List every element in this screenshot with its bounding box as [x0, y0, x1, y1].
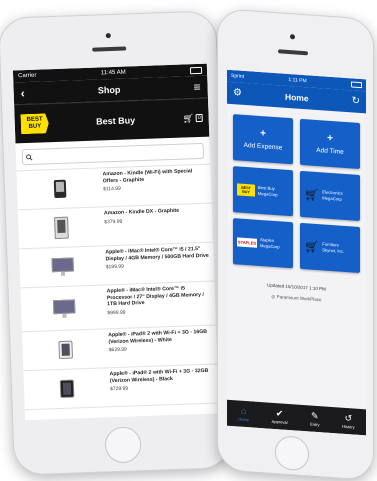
best-buy-logo: BEST BUY: [20, 113, 49, 134]
tab-history[interactable]: ↺ History: [342, 413, 354, 430]
earpiece-speaker: [92, 46, 127, 52]
right-screen: Sprint 1:11 PM ⚙︎ Home ↻ + Add Expense +…: [227, 69, 366, 436]
status-time: 1:11 PM: [288, 76, 307, 85]
product-row[interactable]: Amazon - Kindle DX - Graphite $379.99: [17, 203, 214, 250]
tile-label: Add Time: [316, 146, 344, 156]
logo-word-2: BUY: [242, 189, 250, 195]
imac-image: [51, 257, 74, 276]
product-price: $379.99: [104, 218, 123, 225]
status-time: 11:45 AM: [100, 69, 126, 77]
cart-icon: 🛒︎: [182, 112, 195, 124]
tab-approval[interactable]: ✔ Approval: [272, 408, 288, 425]
product-name: Apple® - iPad® 2 with Wi-Fi + 3G - 16GB …: [108, 328, 208, 345]
home-button[interactable]: [275, 435, 309, 472]
tab-label: History: [342, 423, 355, 430]
logo-word-2: BUY: [28, 123, 42, 130]
product-price: $729.99: [110, 385, 129, 393]
product-price: $199.99: [105, 263, 125, 271]
vendor-company: MegaCorp: [260, 243, 280, 250]
home-button[interactable]: [104, 426, 142, 464]
shopping-cart-icon: 🛒︎: [304, 239, 320, 255]
gear-icon[interactable]: ⚙︎: [233, 87, 242, 99]
tab-label: Home: [238, 416, 249, 423]
product-thumb: [26, 332, 105, 367]
product-name: Apple® - iMac® Intel® Core™ i5 / 21.5" D…: [105, 246, 209, 262]
tab-bar: ⌂ Home ✔ Approval ✎ Entry ↺ History: [227, 399, 366, 436]
staples-logo: STAPLES: [237, 236, 257, 248]
nav-title: Home: [284, 91, 309, 104]
vendor-company: MegaCorp: [258, 190, 278, 198]
earpiece-speaker: [278, 49, 308, 56]
vendor-company: MegaCorp: [322, 195, 342, 202]
product-row[interactable]: Apple® - iMac® Intel® Core™ i5 / 21.5" D…: [19, 242, 215, 289]
front-camera: [105, 33, 111, 39]
brand-footer: ◎ Paramount WorkPlace: [227, 291, 366, 307]
tab-entry[interactable]: ✎ Entry: [310, 411, 319, 428]
tile-label: Add Expense: [243, 141, 283, 152]
product-row[interactable]: Amazon - Kindle (Wi-Fi) with Special Off…: [16, 164, 212, 211]
product-name: Apple® - iPad® 2 with Wi-Fi + 3G - 32GB …: [109, 367, 209, 384]
right-phone: Sprint 1:11 PM ⚙︎ Home ↻ + Add Expense +…: [217, 8, 374, 481]
battery-icon: [351, 81, 362, 89]
brand-icon: ◎: [271, 293, 276, 300]
shopping-cart-icon: 🛒︎: [304, 187, 320, 203]
furniture-tile[interactable]: 🛒︎ Furniture Skynet, Inc.: [300, 222, 360, 273]
product-price: $629.99: [108, 346, 127, 354]
carrier-label: Sprint: [231, 72, 245, 80]
product-name: Amazon - Kindle (Wi-Fi) with Special Off…: [102, 168, 193, 184]
product-name: Apple® - iMac® Intel® Core™ i5 Processor…: [106, 285, 204, 308]
ipad-white-image: [58, 340, 74, 360]
tab-home[interactable]: ⌂ Home: [238, 405, 249, 423]
back-chevron-icon[interactable]: ‹: [20, 86, 24, 100]
product-thumb: [21, 172, 100, 207]
ipad-black-image: [59, 379, 75, 399]
cart-count: 0: [195, 113, 203, 123]
plus-icon: +: [260, 127, 266, 139]
product-thumb: [28, 371, 107, 406]
product-thumb: [23, 249, 102, 284]
home-icon: ⌂: [240, 405, 247, 417]
plus-icon: +: [327, 132, 333, 144]
carrier-label: Carrier: [18, 72, 37, 80]
battery-icon: [189, 66, 203, 74]
store-name: Best Buy: [95, 115, 136, 127]
best-buy-tile[interactable]: BEST BUY Best Buy MegaCorp: [233, 166, 293, 217]
product-row[interactable]: Apple® - iPad® 2 with Wi-Fi + 3G - 16GB …: [22, 325, 218, 372]
nav-title: Shop: [97, 84, 121, 96]
add-time-tile[interactable]: + Add Time: [300, 118, 360, 169]
staples-tile[interactable]: STAPLES Staples MegaCorp: [233, 218, 293, 269]
edit-icon: ✎: [311, 410, 319, 422]
product-price: $114.99: [103, 185, 121, 193]
product-row[interactable]: Apple® - iPad® 2 with Wi-Fi + 3G - 32GB …: [23, 364, 219, 411]
electronics-tile[interactable]: 🛒︎ Electronics MegaCorp: [300, 170, 360, 221]
best-buy-logo: BEST BUY: [237, 183, 255, 197]
left-screen: Carrier 11:45 AM ‹ Shop ≡ BEST BUY Best …: [12, 63, 220, 421]
product-thumb: [22, 211, 101, 246]
kindle-image: [53, 179, 67, 199]
check-circle-icon: ✔: [275, 408, 284, 419]
search-input[interactable]: [32, 146, 200, 161]
product-price: $999.99: [107, 309, 126, 317]
cart-button[interactable]: 🛒︎ 0: [182, 112, 203, 124]
add-expense-tile[interactable]: + Add Expense: [233, 114, 293, 165]
brand-name: Paramount WorkPlace: [276, 294, 322, 303]
imac-image: [52, 298, 76, 318]
hamburger-menu-icon[interactable]: ≡: [193, 80, 200, 94]
tab-label: Approval: [271, 418, 288, 425]
kindle-dx-image: [54, 216, 69, 240]
tile-grid: + Add Expense + Add Time BEST BUY Best B…: [227, 104, 366, 280]
tab-label: Entry: [310, 421, 320, 428]
vendor-company: Skynet, Inc.: [322, 247, 345, 254]
left-phone: Carrier 11:45 AM ‹ Shop ≡ BEST BUY Best …: [0, 10, 232, 476]
history-icon: ↺: [344, 412, 353, 424]
front-camera: [290, 34, 295, 40]
refresh-icon[interactable]: ↻: [352, 95, 360, 107]
store-header: BEST BUY Best Buy 🛒︎ 0: [14, 97, 210, 144]
search-box[interactable]: [21, 142, 205, 166]
product-row[interactable]: Apple® - iMac® Intel® Core™ i5 Processor…: [20, 281, 216, 333]
product-thumb: [25, 288, 104, 328]
